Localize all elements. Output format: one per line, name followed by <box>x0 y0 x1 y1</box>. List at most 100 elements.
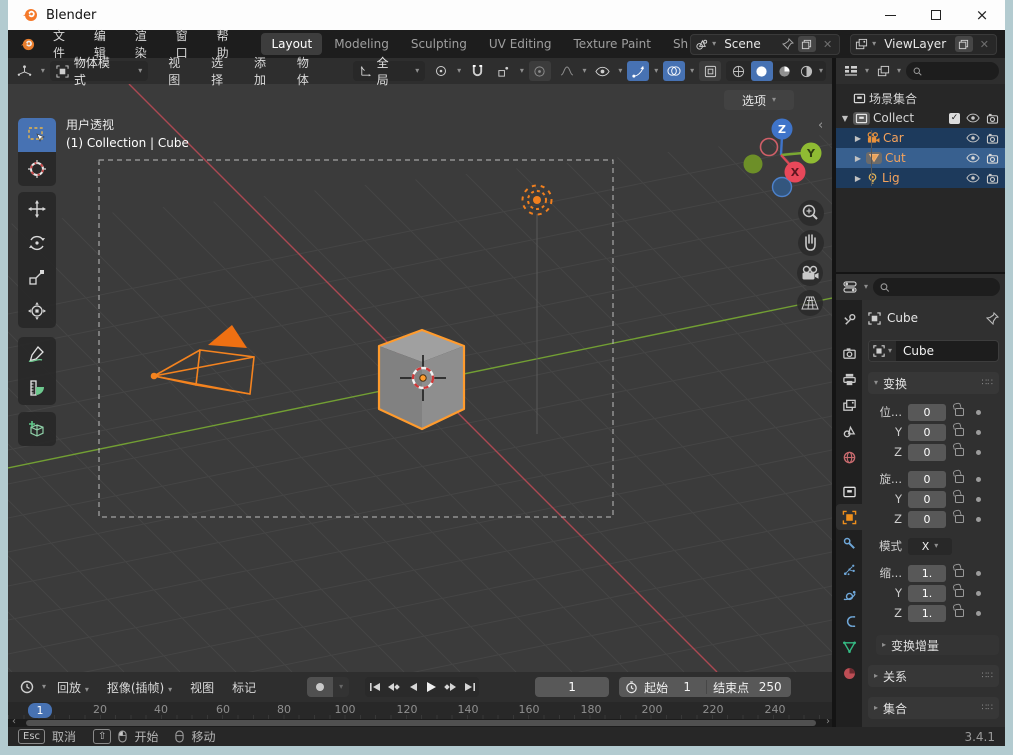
tool-transform[interactable] <box>18 294 56 328</box>
keyframe-dot[interactable] <box>976 570 981 576</box>
lock-icon[interactable] <box>955 495 964 503</box>
outliner-search-input[interactable] <box>927 64 992 78</box>
outliner-row-cube[interactable]: ▶ Cut <box>836 148 1005 168</box>
workspace-tab-texture-paint[interactable]: Texture Paint <box>564 33 661 55</box>
rotation-mode-dropdown[interactable]: X ▾ <box>908 537 952 555</box>
lock-icon[interactable] <box>955 428 964 436</box>
record-button[interactable] <box>307 677 334 697</box>
tool-move[interactable] <box>18 192 56 226</box>
scroll-right-icon[interactable]: › <box>826 716 830 727</box>
blender-menu-icon[interactable] <box>20 37 35 52</box>
outliner-row-camera[interactable]: ▶ Car <box>836 128 1005 148</box>
outliner-display-mode-icon[interactable] <box>874 61 892 81</box>
gizmo-neg-x[interactable] <box>759 137 779 157</box>
hide-eye-icon[interactable] <box>966 133 980 143</box>
tab-constraints[interactable] <box>836 608 862 634</box>
tab-object[interactable] <box>836 504 862 530</box>
next-keyframe-button[interactable] <box>441 677 460 697</box>
snap-magnet-icon[interactable] <box>466 61 488 81</box>
shading-wireframe-icon[interactable] <box>729 61 749 81</box>
drag-dots-icon[interactable]: ∷∷ <box>982 703 993 713</box>
tool-annotate[interactable] <box>18 337 56 371</box>
jump-to-start-button[interactable] <box>365 677 384 697</box>
end-frame-value[interactable]: 250 <box>755 680 785 694</box>
location-x-field[interactable]: 0 <box>908 403 946 421</box>
outliner-search[interactable] <box>906 62 999 80</box>
drag-dots-icon[interactable]: ∷∷ <box>982 378 993 388</box>
editor-type-icon[interactable] <box>14 61 36 81</box>
keyframe-dot[interactable] <box>976 429 981 435</box>
play-button[interactable] <box>422 677 441 697</box>
prev-keyframe-button[interactable] <box>384 677 403 697</box>
navigation-gizmo[interactable]: Z Y X <box>743 118 822 198</box>
location-y-field[interactable]: 0 <box>908 423 946 441</box>
panel-delta-transform-header[interactable]: ▸ 变换增量 <box>876 635 999 655</box>
lock-icon[interactable] <box>955 475 964 483</box>
viewlayer-name[interactable]: ViewLayer <box>880 37 951 51</box>
workspace-tab-uv-editing[interactable]: UV Editing <box>479 33 562 55</box>
new-scene-button[interactable] <box>797 36 816 52</box>
rotation-z-field[interactable]: 0 <box>908 510 946 528</box>
keyframe-dot[interactable] <box>976 496 981 502</box>
tab-modifiers[interactable] <box>836 530 862 556</box>
object-name-field[interactable]: ▾ Cube <box>868 340 999 362</box>
outliner-row-scene-collection[interactable]: 场景集合 <box>836 88 1005 108</box>
zoom-button[interactable] <box>798 200 824 226</box>
shading-material-icon[interactable] <box>775 61 795 81</box>
location-z-field[interactable]: 0 <box>908 443 946 461</box>
keyframe-dot[interactable] <box>976 409 981 415</box>
snap-target-icon[interactable] <box>493 61 515 81</box>
viewport-canvas[interactable]: Z Y X 用户透视 (1) Collection | Cube 选项 ▾ ‹ <box>8 84 832 672</box>
jump-to-end-button[interactable] <box>460 677 479 697</box>
ortho-grid-button[interactable] <box>797 290 823 316</box>
lock-icon[interactable] <box>955 609 964 617</box>
markers-menu[interactable]: 标记 <box>225 677 263 698</box>
tab-collection[interactable] <box>836 478 862 504</box>
sidebar-collapse-arrow[interactable]: ‹ <box>818 118 823 133</box>
drag-dots-icon[interactable]: ∷∷ <box>982 671 993 681</box>
disclosure-closed-icon[interactable]: ▶ <box>853 154 863 163</box>
keyframe-dot[interactable] <box>976 610 981 616</box>
properties-search[interactable] <box>873 278 1000 296</box>
tab-output[interactable] <box>836 366 862 392</box>
tab-world[interactable] <box>836 444 862 470</box>
tab-scene[interactable] <box>836 418 862 444</box>
object-type-icon[interactable]: ▾ <box>869 341 897 361</box>
tool-select-box[interactable] <box>18 118 56 152</box>
current-frame-marker[interactable]: 1 <box>28 703 52 718</box>
render-visibility-icon[interactable] <box>986 113 999 124</box>
outliner-row-light[interactable]: ▶ Lig <box>836 168 1005 188</box>
pin-icon[interactable] <box>781 38 794 50</box>
render-visibility-icon[interactable] <box>986 173 999 184</box>
panel-transform-header[interactable]: ▾ 变换 ∷∷ <box>868 372 999 394</box>
keying-menu[interactable]: 抠像(插帧) ▾ <box>100 677 179 698</box>
viewlayer-selector[interactable]: ▾ ViewLayer ✕ <box>850 33 998 55</box>
pivot-point-icon[interactable] <box>430 61 452 81</box>
render-visibility-icon[interactable] <box>986 133 999 144</box>
disclosure-closed-icon[interactable]: ▶ <box>853 174 863 183</box>
scale-x-field[interactable]: 1. <box>908 564 946 582</box>
xray-toggle-icon[interactable] <box>699 61 721 81</box>
workspace-tab-shading[interactable]: Sh <box>663 33 688 55</box>
pan-hand-button[interactable] <box>798 230 824 256</box>
options-button[interactable]: 选项 ▾ <box>724 90 794 110</box>
properties-search-input[interactable] <box>894 280 993 294</box>
start-frame-value[interactable]: 1 <box>674 680 700 694</box>
lock-icon[interactable] <box>955 515 964 523</box>
scale-z-field[interactable]: 1. <box>908 604 946 622</box>
timeline-scrollbar[interactable] <box>26 720 816 726</box>
tab-view-layer[interactable] <box>836 392 862 418</box>
clock-icon[interactable] <box>625 680 638 694</box>
hide-eye-icon[interactable] <box>966 113 980 123</box>
overlays-toggle-icon[interactable] <box>663 61 686 81</box>
close-button[interactable]: × <box>959 0 1005 30</box>
transform-orientation[interactable]: 全局 ▾ <box>352 56 426 87</box>
timeline-ruler[interactable]: 1 20 40 60 80 100 120 140 160 180 200 22… <box>8 702 832 719</box>
proportional-editing-icon[interactable] <box>528 61 551 81</box>
tool-measure[interactable] <box>18 371 56 405</box>
disclosure-open-icon[interactable]: ▼ <box>840 114 850 123</box>
tool-cursor[interactable] <box>18 152 56 186</box>
outliner-editor-icon[interactable] <box>842 61 860 81</box>
rotation-x-field[interactable]: 0 <box>908 470 946 488</box>
hide-eye-icon[interactable] <box>966 173 980 183</box>
